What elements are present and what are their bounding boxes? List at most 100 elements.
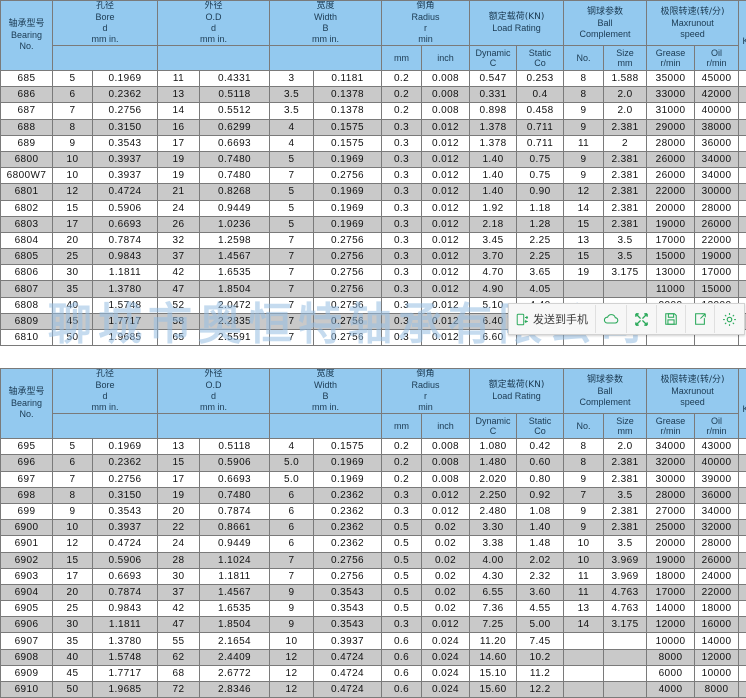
cell-ball-size: 2.0	[604, 439, 647, 455]
table-row: 69660.2362150.59065.00.19690.20.0081.480…	[1, 455, 746, 471]
subheader-grease: Grease r/min	[647, 46, 695, 71]
shrink-button[interactable]	[627, 305, 657, 333]
header-od: 外径 O.D d mm in.	[158, 1, 270, 46]
cell-od-in: 0.6299	[200, 119, 270, 135]
cell-bearing-no: 696	[1, 455, 53, 471]
header-load-rating: 额定载荷(KN) Load Rating	[470, 1, 564, 46]
cell-bore-mm: 8	[53, 487, 93, 503]
cell-bearing-no: 699	[1, 503, 53, 519]
cell-radius-inch: 0.012	[422, 216, 470, 232]
share-button[interactable]	[686, 305, 715, 333]
save-button[interactable]	[657, 305, 686, 333]
cell-width-in: 0.1378	[314, 103, 382, 119]
table-row: 68550.1969110.433130.11810.20.0080.5470.…	[1, 71, 746, 87]
send-to-phone-button[interactable]: 发送到手机	[509, 305, 596, 333]
cell-speed-oil: 42000	[695, 87, 739, 103]
cell-ball-no: 8	[564, 71, 604, 87]
cell-ball-size: 3.969	[604, 568, 647, 584]
header2-weight-unit: KG（套）	[739, 404, 746, 415]
cell-load-dynamic: 2.020	[470, 471, 517, 487]
cell-radius-inch: 0.012	[422, 200, 470, 216]
cell-load-dynamic: 15.10	[470, 665, 517, 681]
cell-ball-size: 3.969	[604, 552, 647, 568]
subheader-static-label: Static	[517, 48, 563, 58]
cell-speed-oil: 34000	[695, 503, 739, 519]
cell-speed-oil: 28000	[695, 536, 739, 552]
cell-bearing-no: 6800	[1, 151, 53, 167]
cell-bore-mm: 45	[53, 665, 93, 681]
cell-radius-inch: 0.02	[422, 520, 470, 536]
cell-bearing-no: 6905	[1, 601, 53, 617]
subheader2-oil-unit: r/min	[695, 426, 738, 436]
cell-load-dynamic: 1.40	[470, 168, 517, 184]
cell-weight: 0.0031	[739, 119, 746, 135]
cell-bearing-no: 6800W7	[1, 168, 53, 184]
table-row: 6800W7100.3937190.748070.27560.30.0121.4…	[1, 168, 746, 184]
cell-ball-size	[604, 633, 647, 649]
cell-od-in: 0.4331	[200, 71, 270, 87]
header2-radius-cn: 倒角	[382, 369, 469, 380]
header2-speed: 极限转速(转/分) Maxrunout speed	[647, 369, 739, 414]
cell-width-in: 0.2756	[314, 281, 382, 297]
cell-ball-size: 2.0	[604, 87, 647, 103]
cell-radius-inch: 0.024	[422, 665, 470, 681]
subheader-od-spacer	[158, 46, 270, 71]
cell-radius-mm: 0.2	[382, 71, 422, 87]
cell-speed-grease: 15000	[647, 249, 695, 265]
header-radius-min: min	[382, 34, 469, 45]
cloud-button[interactable]	[596, 305, 627, 333]
cell-radius-inch: 0.012	[422, 135, 470, 151]
cell-weight: 0.006	[739, 168, 746, 184]
cell-width-in: 0.1575	[314, 119, 382, 135]
cell-speed-grease: 31000	[647, 103, 695, 119]
cell-speed-grease: 30000	[647, 471, 695, 487]
cell-bore-mm: 10	[53, 520, 93, 536]
cell-radius-inch: 0.024	[422, 649, 470, 665]
header-od-unit: mm in.	[158, 34, 269, 45]
table-row: 6908401.5748622.4409120.47240.60.02414.6…	[1, 649, 746, 665]
cell-radius-inch: 0.012	[422, 168, 470, 184]
cell-speed-oil: 18000	[695, 601, 739, 617]
cell-bore-in: 1.3780	[93, 281, 158, 297]
cell-bearing-no: 6809	[1, 313, 53, 329]
gear-icon	[722, 312, 737, 327]
subheader2-od-spacer	[158, 414, 270, 439]
cell-radius-mm: 0.3	[382, 313, 422, 329]
cell-radius-inch: 0.008	[422, 87, 470, 103]
cell-radius-inch: 0.02	[422, 584, 470, 600]
header-width: 宽度 Width B mm in.	[270, 1, 382, 46]
cell-width-mm: 7	[270, 552, 314, 568]
cell-bore-in: 1.1811	[93, 265, 158, 281]
cell-bore-mm: 10	[53, 168, 93, 184]
settings-button[interactable]	[715, 305, 744, 333]
cell-radius-inch: 0.012	[422, 281, 470, 297]
cell-od-mm: 42	[158, 265, 200, 281]
cell-speed-oil: 36000	[695, 487, 739, 503]
cell-bore-mm: 10	[53, 151, 93, 167]
cell-width-in: 0.1969	[314, 455, 382, 471]
cell-ball-size: 3.5	[604, 249, 647, 265]
cell-bearing-no: 698	[1, 487, 53, 503]
cell-width-in: 0.4724	[314, 649, 382, 665]
cell-width-in: 0.3543	[314, 617, 382, 633]
subheader-static-sym: Co	[517, 58, 563, 68]
cell-bore-mm: 20	[53, 232, 93, 248]
header-bore-en: Bore	[53, 12, 157, 23]
cell-width-in: 0.1378	[314, 87, 382, 103]
cell-speed-oil: 32000	[695, 520, 739, 536]
cloud-icon	[603, 312, 619, 326]
cell-bore-in: 0.4724	[93, 184, 158, 200]
cell-speed-grease: 26000	[647, 168, 695, 184]
floating-toolbar[interactable]: 发送到手机	[508, 303, 745, 335]
cell-od-mm: 62	[158, 649, 200, 665]
cell-load-dynamic: 0.547	[470, 71, 517, 87]
cell-radius-mm: 0.3	[382, 168, 422, 184]
cell-radius-mm: 0.6	[382, 649, 422, 665]
cell-od-in: 0.5118	[200, 439, 270, 455]
subheader-oil: Oil r/min	[695, 46, 739, 71]
subheader2-grease-label: Grease	[647, 416, 694, 426]
cell-speed-grease: 34000	[647, 439, 695, 455]
cell-width-in: 0.2362	[314, 487, 382, 503]
subheader-oil-unit: r/min	[695, 58, 738, 68]
cell-od-mm: 19	[158, 487, 200, 503]
